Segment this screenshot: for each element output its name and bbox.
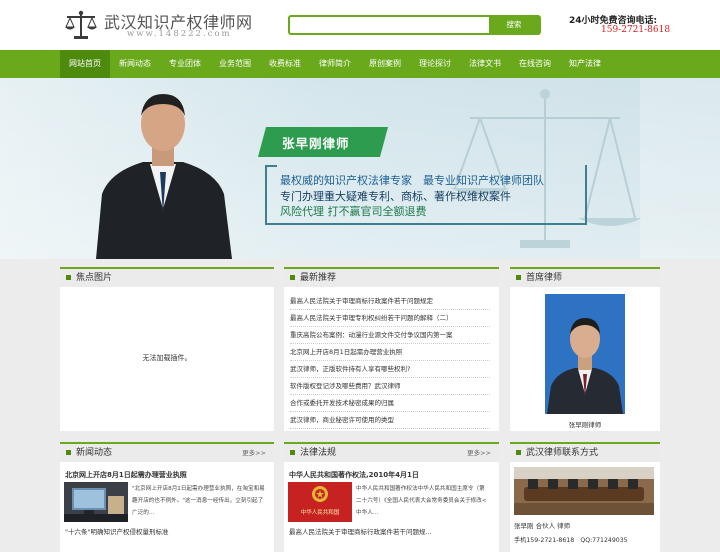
nav-item-home[interactable]: 网站首页 <box>60 50 110 78</box>
panel-title: 武汉律师联系方式 <box>510 444 660 462</box>
site-header: 武汉知识产权律师网 www.148222.com 搜索 24小时免费咨询电话: … <box>0 0 720 50</box>
nav-item-fees[interactable]: 收费标准 <box>260 50 310 78</box>
banner-lawyer-name: 张早刚律师 <box>282 136 350 151</box>
nav-item-services[interactable]: 业务范围 <box>210 50 260 78</box>
recommend-title: 最新推荐 <box>300 273 337 283</box>
main-nav: 网站首页 新闻动态 专业团体 业务范围 收费标准 律师简介 原创案例 理论探讨 … <box>0 50 720 78</box>
bullet-square-icon <box>66 275 71 280</box>
panel-title: 首席律师 <box>510 269 660 287</box>
latest-recommend-panel: 最新推荐 最高人民法院关于审理商标行政案件若干问题规定 最高人民法院关于审理专利… <box>284 267 499 431</box>
chief-lawyer-photo[interactable] <box>545 294 625 414</box>
more-link[interactable]: 更多>> <box>242 444 266 462</box>
panel-title: 法律法规 更多>> <box>284 444 499 462</box>
list-item[interactable]: 合作或委托开发技术秘密成果的归属 <box>290 395 490 412</box>
lawyer-portrait <box>96 94 232 259</box>
law-extra-item[interactable]: 最高人民法院关于审理商标行政案件若干问题规... <box>289 526 432 536</box>
hero-banner[interactable]: 张早刚律师 最权威的知识产权法律专家 最专业知识产权律师团队 专门办理重大疑难专… <box>0 78 720 259</box>
bullet-square-icon <box>290 450 295 455</box>
nav-item-lawyer-profile[interactable]: 律师简介 <box>310 50 360 78</box>
news-headline[interactable]: 北京网上开店8月1日起需办理营业执照 <box>65 470 187 480</box>
law-summary: 中华人民共和国著作权法中华人民共和国主席令（第二十六号）《全国人民代表大会常务委… <box>356 486 487 516</box>
focus-images-panel: 焦点图片 无法加载插件。 <box>60 267 274 431</box>
law-headline[interactable]: 中华人民共和国著作权法,2010年4月1日 <box>289 470 419 480</box>
plugin-placeholder: 无法加载插件。 <box>142 354 192 362</box>
news-title: 新闻动态 <box>76 448 113 458</box>
nav-item-theory[interactable]: 理论探讨 <box>410 50 460 78</box>
more-link[interactable]: 更多>> <box>467 444 491 462</box>
banner-tagline-1: 最权威的知识产权法律专家 最专业知识产权律师团队 <box>280 174 544 187</box>
chief-lawyer-caption: 张早刚律师 <box>568 421 602 429</box>
contact-panel: 武汉律师联系方式 张早刚 合伙人 律师 手机159-2721-8618 QQ:7… <box>510 442 660 552</box>
laws-panel: 法律法规 更多>> 中华人民共和国著作权法,2010年4月1日 中华人民共和国 … <box>284 442 499 552</box>
news-thumbnail[interactable] <box>64 482 128 522</box>
news-extra-item[interactable]: "十六条"明确知识产权侵权量刑标准 <box>65 526 168 536</box>
law-thumbnail[interactable]: 中华人民共和国 <box>288 482 352 522</box>
chief-lawyer-panel: 首席律师 张早刚律师 <box>510 267 660 431</box>
nav-item-consult[interactable]: 在线咨询 <box>510 50 560 78</box>
law-thumbnail-caption: 中华人民共和国 <box>300 510 340 516</box>
list-item[interactable]: 武汉律师，正版软件持有人享有哪些权利? <box>290 361 490 378</box>
law-title: 法律法规 <box>300 448 337 458</box>
nav-item-ip-law[interactable]: 知产法律 <box>560 50 610 78</box>
national-emblem-icon <box>312 486 328 502</box>
recommend-list: 最高人民法院关于审理商标行政案件若干问题规定 最高人民法院关于审理专利权纠纷若干… <box>290 293 490 429</box>
panel-title: 新闻动态 更多>> <box>60 444 274 462</box>
nav-item-documents[interactable]: 法律文书 <box>460 50 510 78</box>
banner-tagline-3: 风险代理 打不赢官司全额退费 <box>280 205 427 218</box>
focus-title: 焦点图片 <box>76 273 113 283</box>
list-item[interactable]: 北京网上开店8月1日起需办理营业执照 <box>290 344 490 361</box>
contact-person: 张早刚 合伙人 律师 <box>514 522 571 530</box>
search-box: 搜索 <box>288 15 541 35</box>
panel-title: 最新推荐 <box>284 269 499 287</box>
office-photo[interactable] <box>514 467 654 515</box>
scales-logo-icon <box>65 10 97 39</box>
nav-item-team[interactable]: 专业团体 <box>160 50 210 78</box>
search-input[interactable] <box>290 17 488 33</box>
chief-title: 首席律师 <box>526 273 563 283</box>
banner-tagline-2: 专门办理重大疑难专利、商标、著作权维权案件 <box>280 190 511 203</box>
list-item[interactable]: 最高人民法院关于审理专利权纠纷若干问题的解释（二） <box>290 310 490 327</box>
site-url: www.148222.com <box>127 29 232 39</box>
contact-title: 武汉律师联系方式 <box>526 448 599 458</box>
list-item[interactable]: 武汉律师，商业秘密许可使用的类型 <box>290 412 490 429</box>
bullet-square-icon <box>290 275 295 280</box>
bullet-square-icon <box>516 275 521 280</box>
panel-title: 焦点图片 <box>60 269 274 287</box>
news-panel: 新闻动态 更多>> 北京网上开店8月1日起需办理营业执照 "北京网上开店8月1日… <box>60 442 274 552</box>
nav-item-cases[interactable]: 原创案例 <box>360 50 410 78</box>
news-summary: "北京网上开店8月1日起需办理营业执照，在淘宝和易趣开店的也不例外。"这一消息一… <box>132 486 265 516</box>
bullet-square-icon <box>66 450 71 455</box>
bullet-square-icon <box>516 450 521 455</box>
nav-item-news[interactable]: 新闻动态 <box>110 50 160 78</box>
hotline-number: 159-2721-8618 <box>601 25 671 35</box>
list-item[interactable]: 重庆高院公布案例：动漫行业源文件交付争议国内第一案 <box>290 327 490 344</box>
list-item[interactable]: 软件版权登记涉及哪些费用？武汉律师 <box>290 378 490 395</box>
list-item[interactable]: 最高人民法院关于审理商标行政案件若干问题规定 <box>290 293 490 310</box>
search-button[interactable]: 搜索 <box>489 17 539 33</box>
